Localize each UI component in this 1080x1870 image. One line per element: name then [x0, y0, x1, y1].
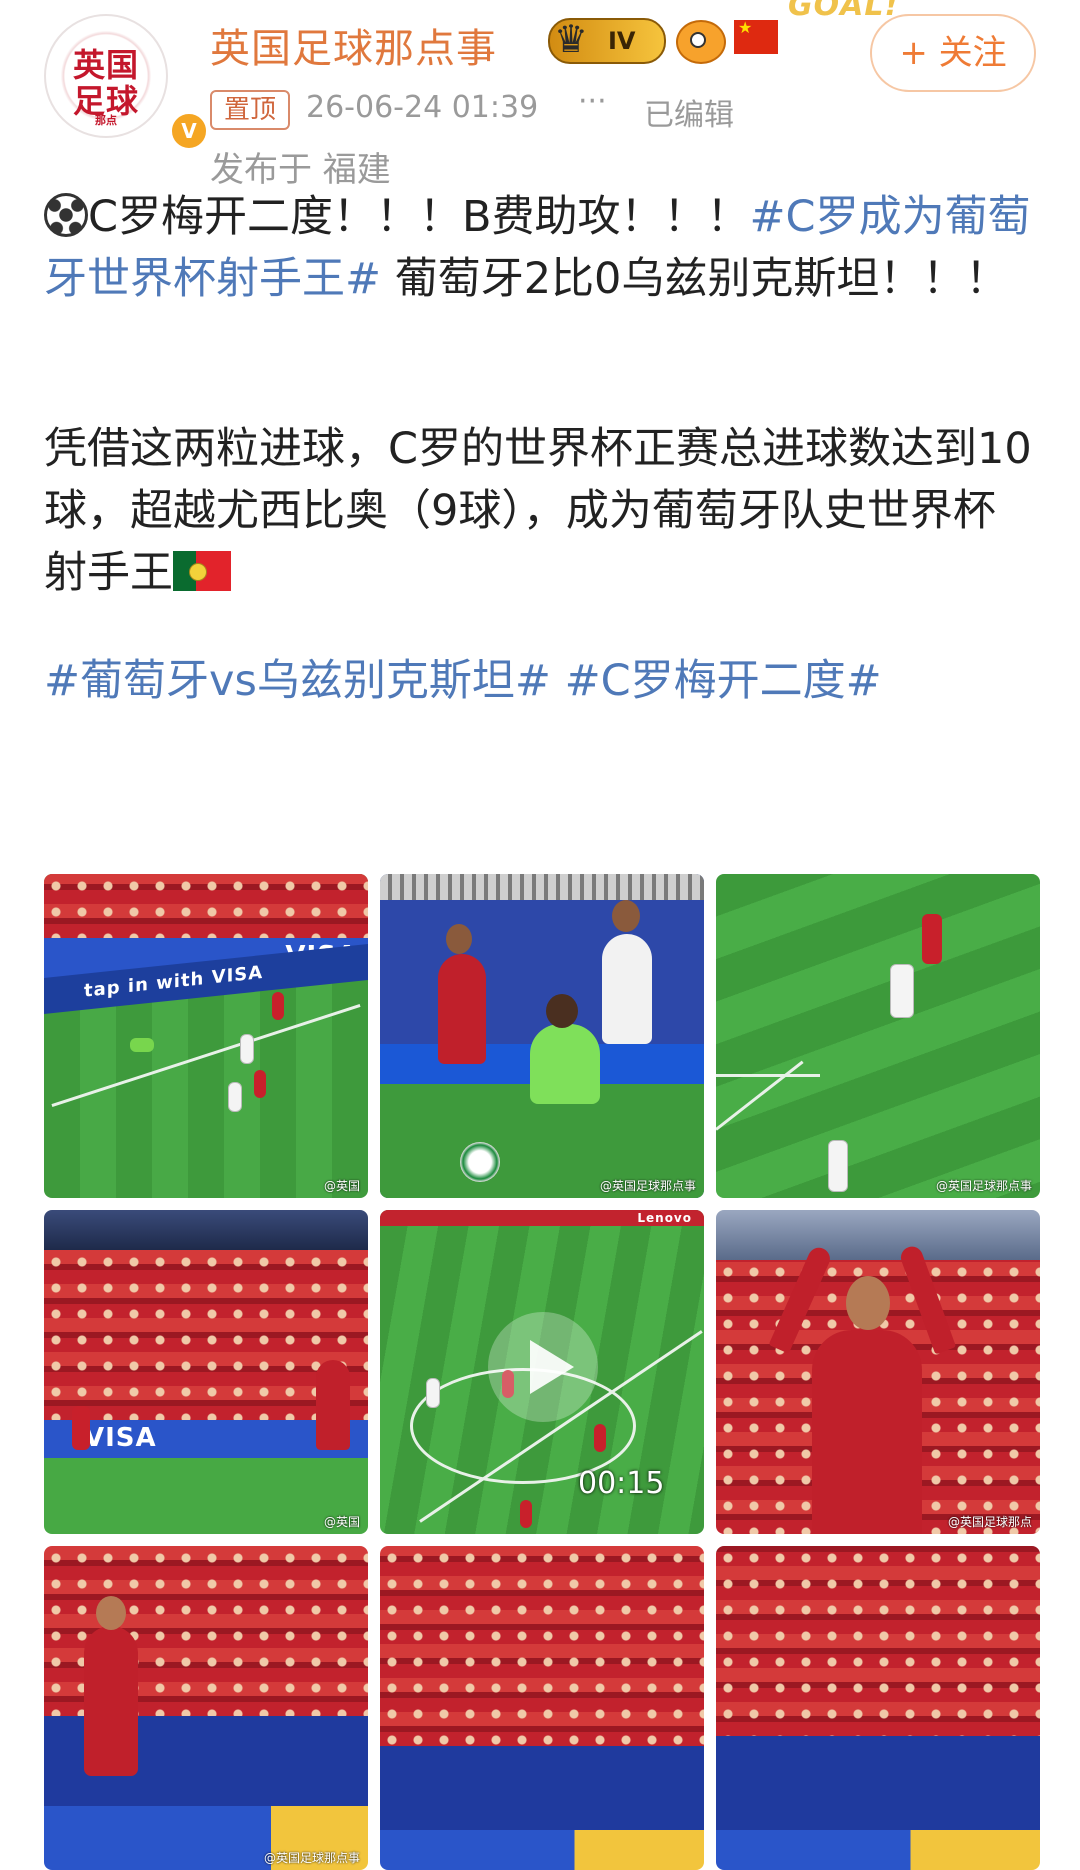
more-options-icon[interactable]: ···	[578, 84, 607, 119]
photo-8[interactable]	[380, 1546, 704, 1870]
post-text-2: 凭借这两粒进球，C罗的世界杯正赛总进球数达到10球，超越尤西比奥（9球），成为葡…	[44, 418, 1034, 604]
verified-icon: V	[170, 112, 208, 150]
player-celebrating	[316, 1360, 350, 1450]
soccer-ball-icon	[44, 193, 88, 237]
post-hashtags: #葡萄牙vs乌兹别克斯坦# #C罗梅开二度#	[44, 650, 1034, 712]
photo-4[interactable]: VISA @英国	[44, 1210, 368, 1534]
player	[890, 964, 914, 1018]
video-thumbnail[interactable]: Lenovo 00:15	[380, 1210, 704, 1534]
avatar-seal-logo: 英国 足球 那点	[56, 26, 156, 127]
player-ronaldo	[812, 1330, 922, 1534]
watermark: @英国足球那点	[947, 1515, 1032, 1529]
photo-1[interactable]: VISA tap in with VISA @英国	[44, 874, 368, 1198]
hashtag-link-1[interactable]: #葡萄牙vs乌兹别克斯坦#	[44, 656, 551, 706]
watermark: @英国足球那点事	[599, 1179, 696, 1193]
photo-9[interactable]	[716, 1546, 1040, 1870]
crown-level-badge[interactable]: ♛ IV	[548, 17, 666, 64]
player	[72, 1406, 90, 1450]
username[interactable]: 英国足球那点事	[210, 16, 497, 74]
post-text-1-main: C罗梅开二度！！！B费助攻！！！	[88, 192, 750, 242]
player	[130, 1038, 154, 1052]
player	[828, 1140, 848, 1192]
post-timestamp: 26-06-24 01:39	[306, 90, 539, 125]
player-red	[438, 954, 486, 1064]
avatar-text-3: 那点	[95, 114, 117, 127]
photo-6[interactable]: @英国足球那点	[716, 1210, 1040, 1534]
goalkeeper	[530, 1024, 600, 1104]
player	[426, 1378, 440, 1408]
goal-sticker: GOAL!	[788, 0, 900, 23]
photo-3[interactable]: @英国足球那点事	[716, 874, 1040, 1198]
location-label: 发布于 福建	[210, 150, 391, 190]
portugal-flag-icon	[173, 551, 231, 591]
soccer-ball	[460, 1142, 500, 1182]
video-duration: 00:15	[578, 1466, 665, 1501]
follow-button[interactable]: + 关注	[870, 14, 1036, 92]
watermark: @英国	[323, 1515, 360, 1529]
fish-emoji-icon	[676, 20, 726, 64]
photo-7[interactable]: @英国足球那点事	[44, 1546, 368, 1870]
player	[520, 1500, 532, 1528]
player-white	[602, 934, 652, 1044]
pinned-tag: 置顶	[210, 90, 290, 130]
watermark: @英国	[323, 1179, 360, 1193]
player	[594, 1424, 606, 1452]
player	[254, 1070, 266, 1098]
photo-2[interactable]: @英国足球那点事	[380, 874, 704, 1198]
board-lenovo: Lenovo	[380, 1210, 704, 1226]
china-flag-icon: ★	[734, 18, 778, 54]
level-label: IV	[608, 27, 636, 55]
player	[240, 1034, 254, 1064]
avatar[interactable]: 英国 足球 那点 V	[44, 14, 208, 150]
play-icon[interactable]	[488, 1312, 598, 1422]
hashtag-link-2[interactable]: #C罗梅开二度#	[565, 656, 882, 706]
watermark: @英国足球那点事	[263, 1851, 360, 1865]
player	[922, 914, 942, 964]
watermark: @英国足球那点事	[935, 1179, 1032, 1193]
post-text-1: C罗梅开二度！！！B费助攻！！！#C罗成为葡萄牙世界杯射手王# 葡萄牙2比0乌兹…	[44, 186, 1034, 310]
crown-icon: ♛	[554, 17, 589, 61]
post-text-1-tail: 葡萄牙2比0乌兹别克斯坦！！！	[381, 254, 1009, 304]
edited-label[interactable]: 已编辑	[644, 90, 734, 134]
player-ronaldo	[84, 1626, 138, 1776]
player	[228, 1082, 242, 1112]
player	[272, 992, 284, 1020]
